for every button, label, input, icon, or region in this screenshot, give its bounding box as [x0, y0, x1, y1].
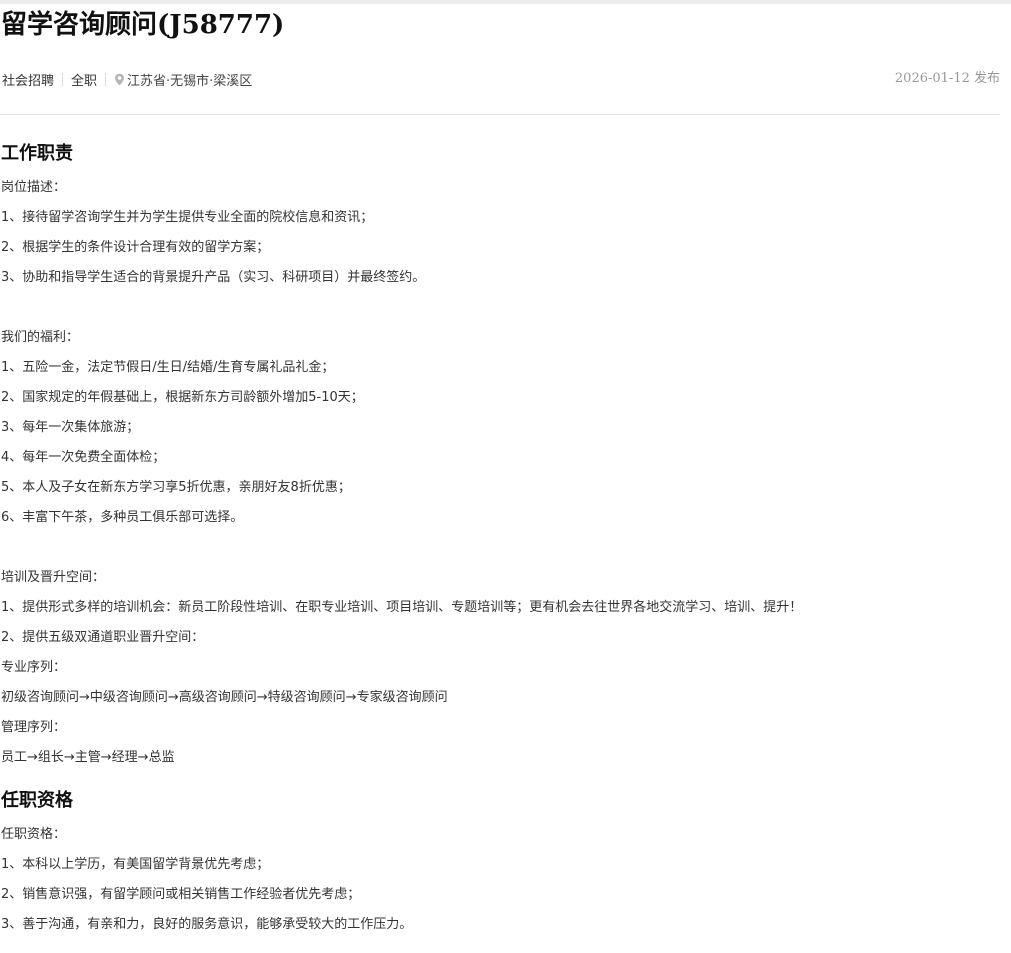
employment-type: 全职 [71, 73, 98, 89]
duties-line: 员工→组长→主管→经理→总监 [1, 750, 175, 765]
duties-line: 培训及晋升空间： [1, 570, 106, 585]
duties-line: 5、本人及子女在新东方学习享5折优惠，亲朋好友8折优惠； [1, 480, 351, 495]
requirements-line: 2、销售意识强，有留学顾问或相关销售工作经验者优先考虑； [1, 887, 361, 902]
duties-line: 我们的福利： [1, 330, 80, 345]
duties-line: 1、五险一金，法定节假日/生日/结婚/生育专属礼品礼金； [1, 360, 335, 375]
duties-line: 2、根据学生的条件设计合理有效的留学方案； [1, 240, 270, 255]
job-location: 江苏省·无锡市·梁溪区 [127, 73, 253, 89]
duties-line: 1、提供形式多样的培训机会：新员工阶段性培训、在职专业培训、项目培训、专题培训等… [1, 600, 803, 615]
requirements-section: 任职资格 任职资格： 1、本科以上学历，有美国留学背景优先考虑； 2、销售意识强… [1, 789, 1006, 940]
publish-date: 2026-01-12 发布 [894, 71, 1000, 86]
duties-line: 6、丰富下午茶，多种员工俱乐部可选择。 [1, 510, 244, 525]
job-title: 留学咨询顾问(J58777) [1, 10, 285, 40]
top-strip [0, 0, 1011, 4]
requirements-line: 任职资格： [1, 827, 67, 842]
requirements-lines: 任职资格： 1、本科以上学历，有美国留学背景优先考虑； 2、销售意识强，有留学顾… [1, 820, 1006, 940]
duties-line: 3、协助和指导学生适合的背景提升产品（实习、科研项目）并最终签约。 [1, 270, 426, 285]
duties-heading: 工作职责 [1, 143, 73, 164]
requirements-heading: 任职资格 [1, 790, 73, 811]
duties-section: 工作职责 岗位描述： 1、接待留学咨询学生并为学生提供专业全面的院校信息和资讯；… [1, 142, 1006, 773]
recruit-type: 社会招聘 [2, 73, 55, 89]
header-divider [0, 114, 1000, 115]
meta-divider [62, 72, 64, 86]
duties-lines: 岗位描述： 1、接待留学咨询学生并为学生提供专业全面的院校信息和资讯； 2、根据… [1, 173, 1006, 773]
duties-line: 3、每年一次集体旅游； [1, 420, 140, 435]
map-pin-icon [115, 73, 125, 85]
job-description: 工作职责 岗位描述： 1、接待留学咨询学生并为学生提供专业全面的院校信息和资讯；… [1, 142, 1006, 940]
meta-divider [105, 72, 107, 86]
duties-line: 管理序列： [1, 720, 67, 735]
duties-line: 2、提供五级双通道职业晋升空间： [1, 630, 205, 645]
duties-line: 2、国家规定的年假基础上，根据新东方司龄额外增加5-10天； [1, 390, 364, 405]
duties-line: 专业序列： [1, 660, 67, 675]
duties-line: 4、每年一次免费全面体检； [1, 450, 166, 465]
requirements-line: 1、本科以上学历，有美国留学背景优先考虑； [1, 857, 270, 872]
duties-line: 初级咨询顾问→中级咨询顾问→高级咨询顾问→特级咨询顾问→专家级咨询顾问 [1, 690, 448, 705]
duties-line: 1、接待留学咨询学生并为学生提供专业全面的院校信息和资讯； [1, 210, 374, 225]
requirements-line: 3、善于沟通，有亲和力，良好的服务意识，能够承受较大的工作压力。 [1, 917, 413, 932]
job-meta: 社会招聘 全职 江苏省·无锡市·梁溪区 [2, 69, 252, 89]
duties-line: 岗位描述： [1, 180, 67, 195]
